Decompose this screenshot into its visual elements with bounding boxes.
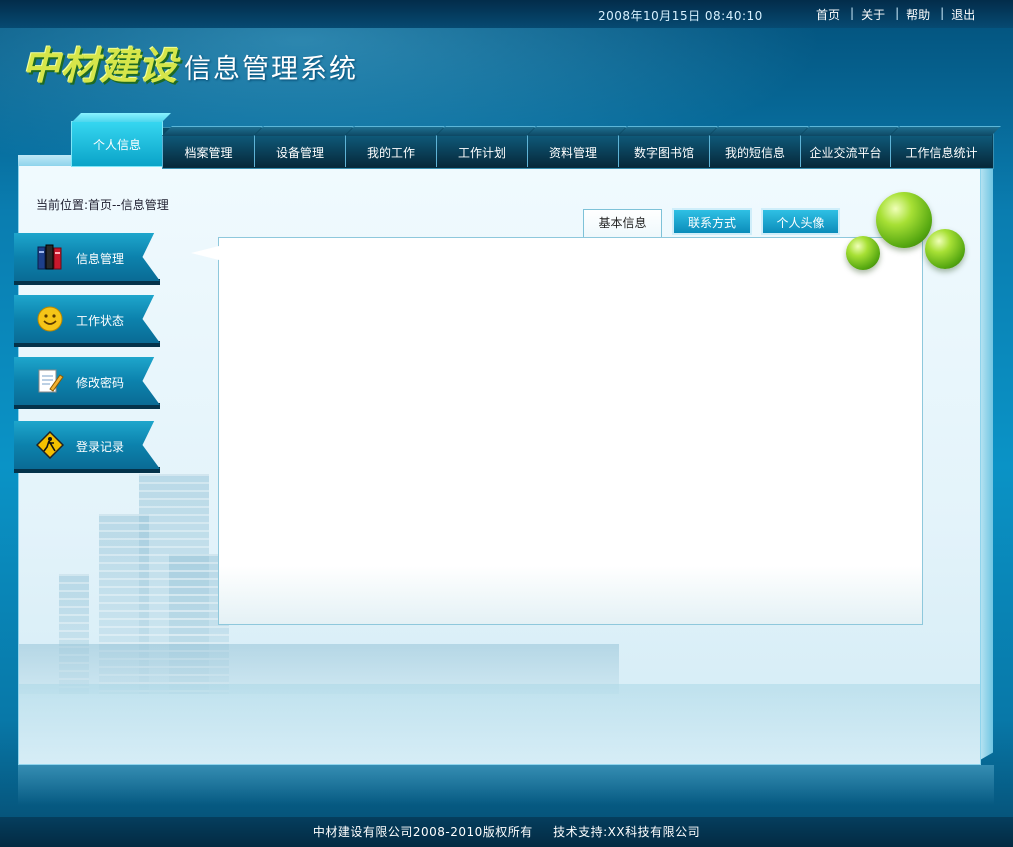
warning-sign-icon <box>36 431 64 459</box>
bottom-shelf <box>18 765 994 805</box>
sidebar-item-label: 信息管理 <box>76 252 125 266</box>
water <box>19 684 980 764</box>
tab-basic-info[interactable]: 基本信息 <box>583 209 662 238</box>
sidebar-item-label: 修改密码 <box>76 376 125 390</box>
tab-work-statistics[interactable]: 工作信息统计 <box>890 126 1001 167</box>
logo: 中材建设 信息管理系统 <box>22 38 358 90</box>
content-pointer <box>191 246 219 260</box>
sidebar-item-label: 登录记录 <box>76 440 125 454</box>
link-separator: | <box>895 6 900 20</box>
breadcrumb: 当前位置:首页--信息管理 <box>36 198 169 212</box>
tab-avatar[interactable]: 个人头像 <box>761 208 840 235</box>
logo-system-name: 信息管理系统 <box>184 54 359 85</box>
tab-equipment-management[interactable]: 设备管理 <box>254 126 354 167</box>
help-link[interactable]: 帮助 <box>906 6 930 23</box>
tab-enterprise-platform[interactable]: 企业交流平台 <box>800 126 899 167</box>
tab-my-work[interactable]: 我的工作 <box>345 126 445 167</box>
link-separator: | <box>940 6 945 20</box>
tab-work-plan[interactable]: 工作计划 <box>436 126 536 167</box>
copyright-text: 中材建设有限公司2008-2010版权所有 <box>312 825 533 839</box>
edit-document-icon <box>36 367 64 395</box>
logo-brand: 中材建设 <box>22 43 179 88</box>
sidebar-item-login-records[interactable]: 登录记录 <box>14 421 160 469</box>
sidebar-item-change-password[interactable]: 修改密码 <box>14 357 160 405</box>
tab-contact-info[interactable]: 联系方式 <box>672 208 752 235</box>
sidebar-item-info-management[interactable]: 信息管理 <box>14 233 160 281</box>
datetime: 2008年10月15日 08:40:10 <box>598 9 763 23</box>
smiley-icon <box>36 305 64 333</box>
tab-document-management[interactable]: 资料管理 <box>527 126 627 167</box>
about-link[interactable]: 关于 <box>861 6 885 23</box>
books-icon <box>36 243 64 271</box>
sidebar-item-label: 工作状态 <box>76 314 125 328</box>
main-nav: 个人信息 档案管理 设备管理 我的工作 工作计划 资料管理 数字图书馆 我的短信… <box>71 113 1001 169</box>
support-text: 技术支持:XX科技有限公司 <box>553 825 701 839</box>
top-bar: 2008年10月15日 08:40:10 首页 | 关于 | 帮助 | 退出 <box>0 0 1013 28</box>
link-separator: | <box>850 6 855 20</box>
panel-side-edge <box>980 150 993 760</box>
home-link[interactable]: 首页 <box>816 6 840 23</box>
tab-my-messages[interactable]: 我的短信息 <box>709 126 809 167</box>
top-links: 首页 | 关于 | 帮助 | 退出 <box>816 6 975 23</box>
sidebar-item-work-status[interactable]: 工作状态 <box>14 295 160 343</box>
footer: 中材建设有限公司2008-2010版权所有 技术支持:XX科技有限公司 <box>0 817 1013 847</box>
tab-personal-info[interactable]: 个人信息 <box>71 113 171 167</box>
logout-link[interactable]: 退出 <box>951 6 975 23</box>
tab-digital-library[interactable]: 数字图书馆 <box>618 126 718 167</box>
tab-archive-management[interactable]: 档案管理 <box>162 126 263 167</box>
content-area <box>218 237 923 625</box>
